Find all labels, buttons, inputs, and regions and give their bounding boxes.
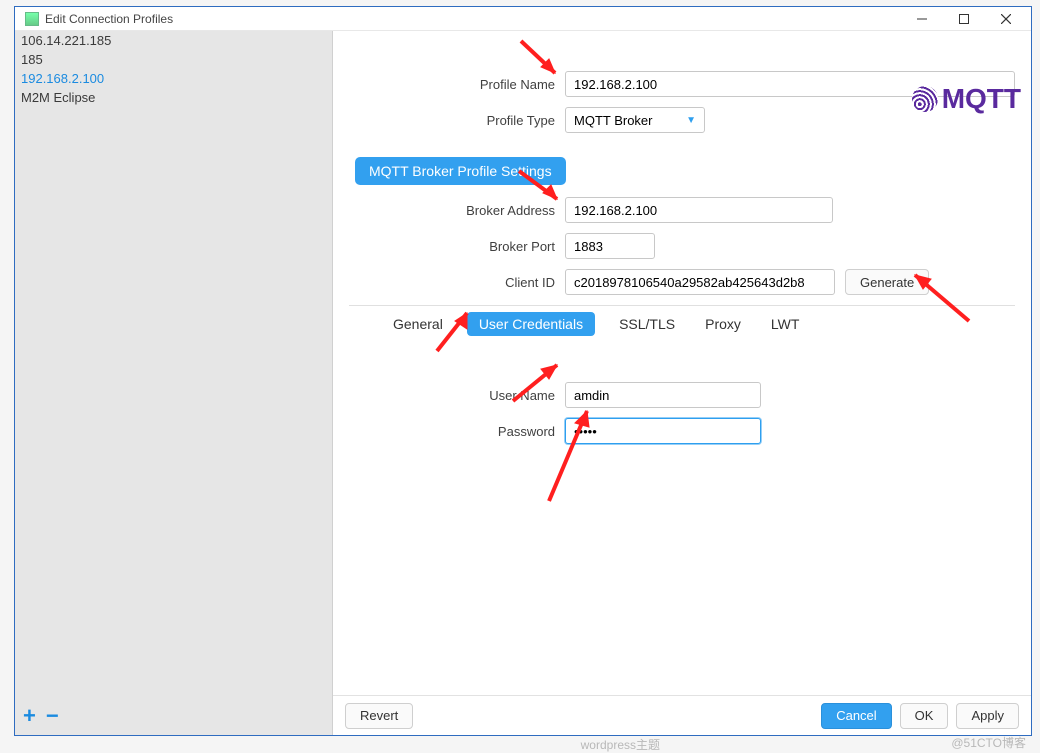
add-profile-icon[interactable]: + bbox=[23, 703, 36, 729]
dialog-window: Edit Connection Profiles 106.14.221.185 … bbox=[14, 6, 1032, 736]
profile-type-value: MQTT Broker bbox=[574, 113, 653, 128]
close-button[interactable] bbox=[985, 7, 1027, 31]
password-label: Password bbox=[349, 424, 565, 439]
profile-item[interactable]: M2M Eclipse bbox=[15, 88, 332, 107]
profile-name-label: Profile Name bbox=[349, 77, 565, 92]
username-label: User Name bbox=[349, 388, 565, 403]
watermark: @51CTO博客 bbox=[951, 734, 1026, 751]
apply-button[interactable]: Apply bbox=[956, 703, 1019, 729]
ok-button[interactable]: OK bbox=[900, 703, 949, 729]
divider bbox=[349, 305, 1015, 306]
title-bar: Edit Connection Profiles bbox=[15, 7, 1031, 31]
profiles-sidebar: 106.14.221.185 185 192.168.2.100 M2M Ecl… bbox=[15, 31, 333, 735]
profile-type-select[interactable]: MQTT Broker ▼ bbox=[565, 107, 705, 133]
window-controls bbox=[901, 7, 1027, 31]
client-id-input[interactable] bbox=[565, 269, 835, 295]
profile-list[interactable]: 106.14.221.185 185 192.168.2.100 M2M Ecl… bbox=[15, 31, 332, 735]
username-input[interactable] bbox=[565, 382, 761, 408]
watermark-secondary: wordpress主题 bbox=[581, 736, 660, 753]
profile-item-selected[interactable]: 192.168.2.100 bbox=[15, 69, 332, 88]
tab-user-credentials[interactable]: User Credentials bbox=[467, 312, 595, 336]
tab-general[interactable]: General bbox=[387, 312, 449, 336]
password-input[interactable] bbox=[565, 418, 761, 444]
content-area: 106.14.221.185 185 192.168.2.100 M2M Ecl… bbox=[15, 31, 1031, 735]
maximize-button[interactable] bbox=[943, 7, 985, 31]
credentials-area: User Name Password bbox=[349, 382, 1015, 444]
tab-ssl-tls[interactable]: SSL/TLS bbox=[613, 312, 681, 336]
profile-item[interactable]: 185 bbox=[15, 50, 332, 69]
minimize-button[interactable] bbox=[901, 7, 943, 31]
mqtt-logo-icon bbox=[912, 86, 938, 112]
dialog-footer: Revert Cancel OK Apply bbox=[333, 695, 1031, 735]
mqtt-logo: MQTT bbox=[912, 83, 1021, 115]
tab-bar: General User Credentials SSL/TLS Proxy L… bbox=[387, 312, 1015, 336]
profile-type-label: Profile Type bbox=[349, 113, 565, 128]
broker-address-input[interactable] bbox=[565, 197, 833, 223]
broker-settings-header: MQTT Broker Profile Settings bbox=[355, 157, 566, 185]
broker-port-label: Broker Port bbox=[349, 239, 565, 254]
app-icon bbox=[25, 12, 39, 26]
window-title: Edit Connection Profiles bbox=[45, 12, 901, 26]
broker-port-input[interactable] bbox=[565, 233, 655, 259]
client-id-label: Client ID bbox=[349, 275, 565, 290]
main-panel: Profile Name Profile Type MQTT Broker ▼ … bbox=[333, 31, 1031, 735]
broker-address-label: Broker Address bbox=[349, 203, 565, 218]
chevron-down-icon: ▼ bbox=[686, 115, 696, 126]
remove-profile-icon[interactable]: − bbox=[46, 703, 59, 729]
form-area: Profile Name Profile Type MQTT Broker ▼ … bbox=[333, 31, 1031, 695]
revert-button[interactable]: Revert bbox=[345, 703, 413, 729]
tab-lwt[interactable]: LWT bbox=[765, 312, 806, 336]
tab-proxy[interactable]: Proxy bbox=[699, 312, 747, 336]
profile-item[interactable]: 106.14.221.185 bbox=[15, 31, 332, 50]
generate-button[interactable]: Generate bbox=[845, 269, 929, 295]
sidebar-actions: + − bbox=[23, 703, 59, 729]
cancel-button[interactable]: Cancel bbox=[821, 703, 891, 729]
